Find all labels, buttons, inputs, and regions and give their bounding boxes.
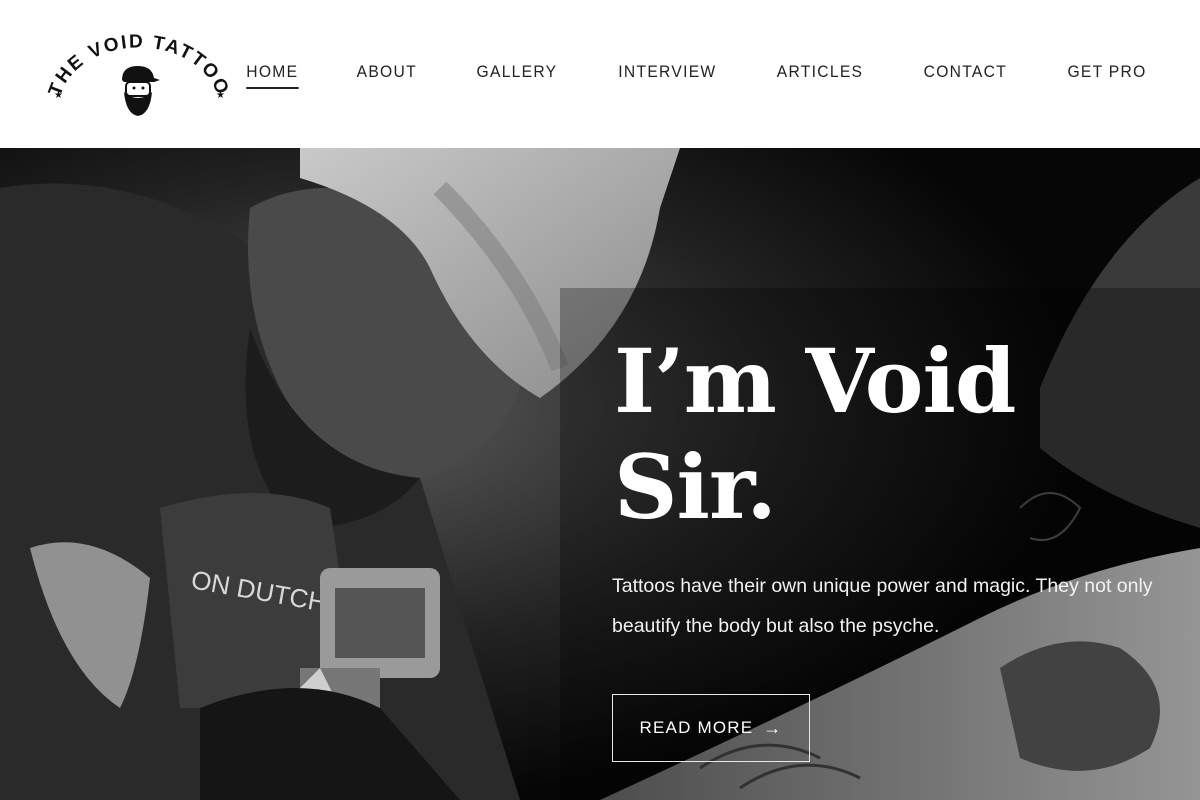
hero-title-line-1: I’m Void <box>614 329 1016 433</box>
hero-title: I’m Void Sir. <box>614 328 1174 540</box>
nav-item-get-pro[interactable]: GET PRO <box>1067 62 1146 88</box>
nav-item-contact[interactable]: CONTACT <box>924 62 1007 88</box>
hero-description: Tattoos have their own unique power and … <box>612 575 1153 637</box>
read-more-label: READ MORE <box>639 718 754 737</box>
main-navigation: HOME ABOUT GALLERY INTERVIEW ARTICLES CO… <box>191 62 1150 89</box>
svg-text:★: ★ <box>54 90 63 101</box>
svg-text:★: ★ <box>216 90 225 101</box>
arrow-right-icon: → <box>763 718 783 738</box>
hero-title-line-2: Sir. <box>614 435 777 539</box>
nav-item-gallery[interactable]: GALLERY <box>476 62 557 88</box>
hero-section: ON DUTCH I’m Void Sir. Tattoos have thei… <box>0 148 1200 800</box>
read-more-button[interactable]: READ MORE → <box>612 694 810 762</box>
nav-item-home[interactable]: HOME <box>246 62 299 89</box>
nav-item-about[interactable]: ABOUT <box>357 62 417 88</box>
nav-item-interview[interactable]: INTERVIEW <box>618 62 716 88</box>
site-header: THE VOID TATTOO ★ ★ HOME ABOUT GALLERY I… <box>0 0 1200 148</box>
nav-item-articles[interactable]: ARTICLES <box>777 62 864 88</box>
